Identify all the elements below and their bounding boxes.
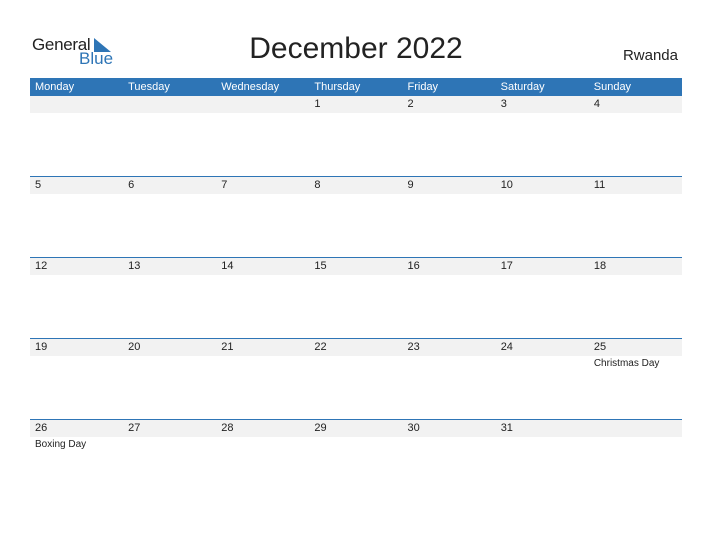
day-number: 15 xyxy=(314,260,327,272)
weekday-tuesday: Tuesday xyxy=(128,81,170,93)
day-cell: 14 xyxy=(216,258,309,339)
day-number: 23 xyxy=(407,341,420,353)
day-number: 29 xyxy=(314,422,327,434)
day-number: 24 xyxy=(500,341,513,353)
calendar-week: 26 Boxing Day 27 28 29 30 31 xyxy=(30,419,682,501)
weekday-sunday: Sunday xyxy=(593,81,632,93)
day-cell: 16 xyxy=(403,258,496,339)
day-cell: 17 xyxy=(496,258,589,339)
day-cell: 1 xyxy=(309,96,402,177)
day-cell xyxy=(589,420,682,501)
day-number: 6 xyxy=(128,179,135,191)
calendar-week: 12 13 14 15 16 17 18 xyxy=(30,257,682,339)
day-number: 31 xyxy=(500,422,513,434)
holiday-label: Boxing Day xyxy=(35,439,87,450)
calendar-week: 5 6 7 8 9 10 11 xyxy=(30,176,682,258)
day-cell: 23 xyxy=(403,339,496,420)
weekday-wednesday: Wednesday xyxy=(221,81,280,93)
day-number: 28 xyxy=(221,422,234,434)
day-cell: 5 xyxy=(30,177,123,258)
day-cell: 20 xyxy=(123,339,216,420)
day-cell: 3 xyxy=(496,96,589,177)
day-number: 16 xyxy=(407,260,420,272)
day-cell: 15 xyxy=(309,258,402,339)
day-cell: 26 Boxing Day xyxy=(30,420,123,501)
day-number: 18 xyxy=(593,260,607,272)
day-cell: 11 xyxy=(589,177,682,258)
day-cell: 2 xyxy=(403,96,496,177)
day-number: 13 xyxy=(128,260,141,272)
day-number: 22 xyxy=(314,341,327,353)
day-number: 4 xyxy=(593,98,600,110)
day-number: 17 xyxy=(500,260,513,272)
day-cell: 31 xyxy=(496,420,589,501)
day-cell: 22 xyxy=(309,339,402,420)
calendar-week: 19 20 21 22 23 24 25 Christmas Day xyxy=(30,338,682,420)
day-cell: 6 xyxy=(123,177,216,258)
day-number: 10 xyxy=(500,179,513,191)
day-cell: 30 xyxy=(403,420,496,501)
day-cell xyxy=(216,96,309,177)
day-number: 21 xyxy=(221,341,234,353)
day-cell: 8 xyxy=(309,177,402,258)
day-cell: 18 xyxy=(589,258,682,339)
day-cell xyxy=(123,96,216,177)
day-cell: 7 xyxy=(216,177,309,258)
day-number: 25 xyxy=(593,341,607,353)
day-cell: 29 xyxy=(309,420,402,501)
weekday-saturday: Saturday xyxy=(500,81,545,93)
day-number: 11 xyxy=(593,179,606,191)
calendar-week: 1 2 3 4 xyxy=(30,96,682,177)
day-cell xyxy=(30,96,123,177)
day-cell: 25 Christmas Day xyxy=(589,339,682,420)
weekday-friday: Friday xyxy=(407,81,439,93)
day-number: 9 xyxy=(407,179,414,191)
day-number: 7 xyxy=(221,179,228,191)
day-number: 12 xyxy=(35,260,48,272)
day-cell: 10 xyxy=(496,177,589,258)
day-cell: 19 xyxy=(30,339,123,420)
day-number: 30 xyxy=(407,422,420,434)
day-cell: 21 xyxy=(216,339,309,420)
day-cell: 28 xyxy=(216,420,309,501)
country-label: Rwanda xyxy=(622,47,678,64)
day-cell: 9 xyxy=(403,177,496,258)
day-cell: 24 xyxy=(496,339,589,420)
day-number: 14 xyxy=(221,260,234,272)
day-cell: 4 xyxy=(589,96,682,177)
day-number: 19 xyxy=(35,341,48,353)
weekday-thursday: Thursday xyxy=(314,81,361,93)
weekday-monday: Monday xyxy=(35,81,75,93)
day-cell: 12 xyxy=(30,258,123,339)
day-number: 1 xyxy=(314,98,321,110)
day-number: 3 xyxy=(500,98,507,110)
holiday-label: Christmas Day xyxy=(593,358,660,369)
day-cell: 13 xyxy=(123,258,216,339)
day-number: 20 xyxy=(128,341,141,353)
day-number: 8 xyxy=(314,179,321,191)
day-number: 26 xyxy=(35,422,48,434)
day-number: 2 xyxy=(407,98,414,110)
day-number: 5 xyxy=(35,179,42,191)
calendar-title: December 2022 xyxy=(249,32,463,65)
day-number: 27 xyxy=(128,422,141,434)
weekday-header: Monday Tuesday Wednesday Thursday Friday… xyxy=(30,78,682,96)
day-cell: 27 xyxy=(123,420,216,501)
